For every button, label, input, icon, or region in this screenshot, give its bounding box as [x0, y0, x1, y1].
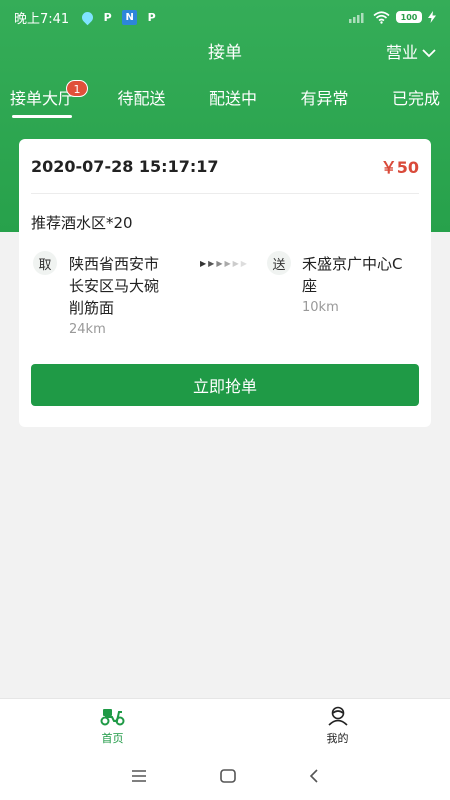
order-tabs: 接单大厅 1 待配送 配送中 有异常 已完成: [0, 80, 450, 120]
signal-icon: [349, 13, 364, 23]
status-indicators: 100: [349, 10, 436, 24]
tab-mine-label: 我的: [326, 731, 349, 745]
pickup-address-line: 陕西省西安市: [69, 255, 160, 273]
delivery-distance: 10km: [302, 300, 339, 315]
pickup-address: 陕西省西安市 长安区马大碗 削筋面: [69, 253, 159, 319]
business-status-label: 营业: [385, 43, 418, 62]
order-time: 2020-07-28 15:17:17: [31, 156, 219, 176]
chevron-down-icon: [422, 49, 436, 58]
order-card: 2020-07-28 15:17:17 ￥50 推荐酒水区*20 取 陕西省西安…: [19, 139, 431, 427]
tab-label: 配送中: [208, 89, 257, 108]
tab-mine[interactable]: 我的: [225, 699, 450, 752]
tab-label: 待配送: [117, 89, 166, 108]
order-price: ￥50: [380, 158, 419, 177]
status-time: 晚上7:41: [14, 11, 70, 27]
pickup-address-line: 长安区马大碗: [69, 277, 160, 295]
home-icon[interactable]: [220, 769, 236, 783]
status-bar: 晚上7:41 P N P 100: [0, 0, 450, 34]
battery-icon: 100: [396, 11, 422, 23]
tab-home-label: 首页: [101, 731, 124, 745]
order-title: 推荐酒水区*20: [31, 214, 133, 232]
tab-delivering[interactable]: 配送中: [209, 80, 257, 120]
pickup-address-line: 削筋面: [69, 299, 115, 317]
route-arrow-icon: ▶ ▶ ▶ ▶ ▶ ▶: [200, 259, 247, 268]
system-nav-bar: [0, 752, 450, 800]
menu-icon[interactable]: [131, 770, 147, 782]
grab-order-button[interactable]: 立即抢单: [31, 364, 419, 406]
charging-icon: [428, 11, 436, 23]
tab-completed[interactable]: 已完成: [392, 80, 440, 120]
app-p2-icon: P: [147, 10, 156, 24]
page-title: 接单: [208, 43, 242, 63]
tab-label: 接单大厅: [10, 89, 75, 108]
delivery-address-line: 座: [302, 277, 318, 295]
app-n-icon: N: [122, 9, 138, 25]
business-status-dropdown[interactable]: 营业: [386, 34, 436, 72]
app-p-icon: P: [103, 10, 112, 24]
tab-order-hall[interactable]: 接单大厅 1: [10, 80, 89, 120]
tab-badge: 1: [66, 80, 89, 97]
delivery-icon: 送: [267, 251, 291, 275]
tab-exception[interactable]: 有异常: [300, 80, 348, 120]
qq-drop-icon: [79, 9, 96, 25]
wifi-icon: [373, 10, 390, 24]
order-card-header: 2020-07-28 15:17:17 ￥50: [31, 139, 419, 194]
delivery-address-line: 禾盛京广中心C: [302, 255, 403, 273]
back-icon[interactable]: [309, 769, 319, 783]
tab-label: 有异常: [300, 89, 349, 108]
delivery-address: 禾盛京广中心C 座: [302, 253, 402, 297]
pickup-distance: 24km: [69, 322, 106, 337]
scooter-icon: [100, 708, 124, 725]
pickup-icon: 取: [33, 251, 57, 275]
title-bar: 接单 营业: [0, 34, 450, 72]
tab-home[interactable]: 首页: [0, 699, 225, 752]
tab-pending-delivery[interactable]: 待配送: [117, 80, 165, 120]
user-icon: [327, 706, 348, 726]
bottom-tab-bar: 首页 我的: [0, 698, 450, 752]
tab-label: 已完成: [391, 89, 440, 108]
